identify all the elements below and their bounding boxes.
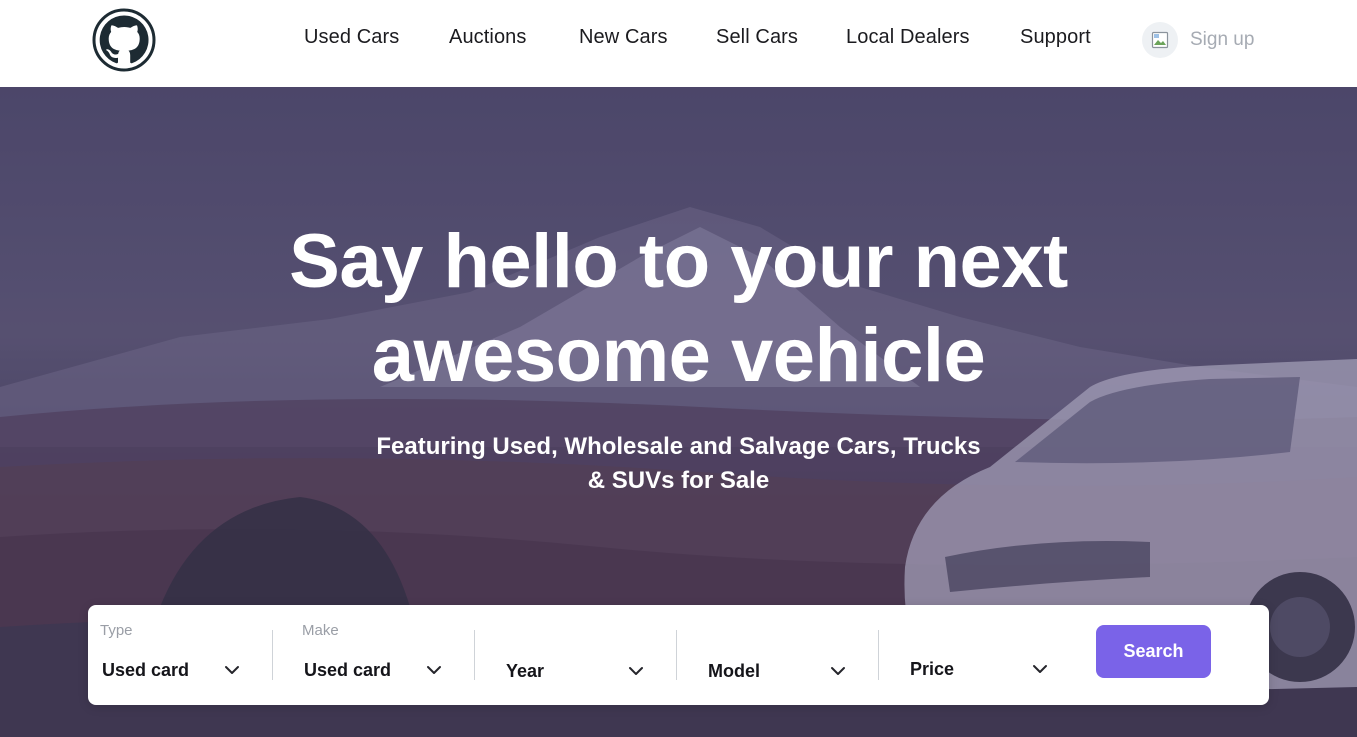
price-value: Price [910, 659, 955, 679]
type-value: Used card [102, 660, 190, 680]
vehicle-search-bar: Type Used card Make Used card Year Model… [88, 605, 1269, 705]
github-octocat-icon[interactable] [92, 8, 156, 72]
make-value: Used card [304, 660, 392, 680]
avatar [1142, 22, 1178, 58]
site-header: Used Cars Auctions New Cars Sell Cars Lo… [0, 0, 1357, 87]
hero-subheading: Featuring Used, Wholesale and Salvage Ca… [340, 430, 1017, 498]
nav-used-cars[interactable]: Used Cars [304, 26, 399, 49]
search-button[interactable]: Search [1096, 625, 1211, 678]
nav-support[interactable]: Support [1020, 26, 1091, 49]
field-divider [878, 630, 879, 680]
nav-sell-cars[interactable]: Sell Cars [716, 26, 798, 49]
type-label: Type [100, 622, 133, 639]
chevron-down-icon [831, 667, 845, 675]
headline-line-1: Say hello to your next [289, 219, 1068, 304]
field-divider [474, 630, 475, 680]
subhead-line-1: Featuring Used, Wholesale and Salvage Ca… [376, 433, 981, 460]
make-select[interactable]: Make Used card [290, 605, 460, 705]
headline-line-2: awesome vehicle [371, 313, 986, 398]
type-select[interactable]: Type Used card [88, 605, 258, 705]
make-label: Make [302, 622, 339, 639]
model-select[interactable]: Model [694, 605, 864, 705]
nav-new-cars[interactable]: New Cars [579, 26, 668, 49]
chevron-down-icon [225, 666, 239, 674]
chevron-down-icon [427, 666, 441, 674]
field-divider [272, 630, 273, 680]
signup-label: Sign up [1190, 29, 1255, 50]
year-select[interactable]: Year [492, 605, 662, 705]
field-divider [676, 630, 677, 680]
broken-image-icon [1151, 31, 1169, 49]
subhead-line-2: & SUVs for Sale [587, 467, 770, 494]
hero-banner: Say hello to your next awesome vehicle F… [0, 87, 1357, 737]
hero-headline: Say hello to your next awesome vehicle [0, 215, 1357, 403]
nav-auctions[interactable]: Auctions [449, 26, 527, 49]
year-value: Year [506, 661, 545, 681]
chevron-down-icon [629, 667, 643, 675]
signup-button[interactable]: Sign up [1142, 22, 1254, 58]
price-select[interactable]: Price [896, 605, 1066, 705]
model-value: Model [708, 661, 760, 681]
chevron-down-icon [1033, 665, 1047, 673]
nav-local-dealers[interactable]: Local Dealers [846, 26, 970, 49]
